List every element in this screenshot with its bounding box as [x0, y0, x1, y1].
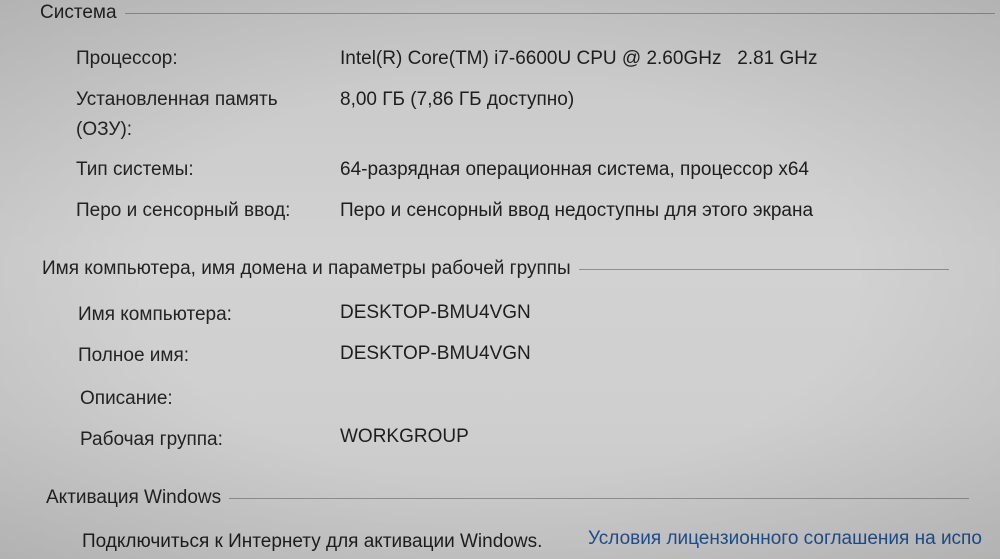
computer-name-label: Имя компьютера: — [78, 304, 232, 325]
computer-section-header: Имя компьютера, имя домена и параметры р… — [42, 258, 949, 280]
memory-label-line1: Установленная память — [76, 89, 278, 110]
pen-touch-value: Перо и сенсорный ввод недоступны для это… — [340, 200, 814, 221]
full-name-value: DESKTOP-BMU4VGN — [340, 343, 531, 364]
activation-section-header: Активация Windows — [46, 487, 970, 509]
section-divider — [124, 12, 995, 14]
section-divider — [578, 268, 949, 270]
computer-name-value: DESKTOP-BMU4VGN — [340, 302, 531, 323]
activation-section-title: Активация Windows — [46, 487, 222, 508]
activation-status-text: Подключиться к Интернету для активации W… — [82, 531, 543, 552]
system-type-label: Тип системы: — [76, 159, 194, 180]
section-divider — [229, 497, 970, 499]
workgroup-value: WORKGROUP — [340, 426, 469, 447]
system-section-header: Система — [40, 2, 995, 24]
memory-label-line2: (ОЗУ): — [76, 119, 133, 140]
system-type-value: 64-разрядная операционная система, проце… — [340, 159, 809, 180]
computer-section-title: Имя компьютера, имя домена и параметры р… — [42, 258, 571, 279]
processor-label: Процессор: — [76, 48, 178, 69]
processor-value: Intel(R) Core(TM) i7-6600U CPU @ 2.60GHz… — [340, 48, 818, 69]
license-terms-link[interactable]: Условия лицензионного соглашения на испо — [588, 528, 982, 550]
workgroup-label: Рабочая группа: — [80, 429, 223, 450]
pen-touch-label: Перо и сенсорный ввод: — [76, 200, 291, 221]
full-name-label: Полное имя: — [78, 345, 190, 366]
system-section-title: Система — [40, 2, 117, 23]
memory-value: 8,00 ГБ (7,86 ГБ доступно) — [340, 89, 575, 110]
description-label: Описание: — [80, 388, 173, 409]
